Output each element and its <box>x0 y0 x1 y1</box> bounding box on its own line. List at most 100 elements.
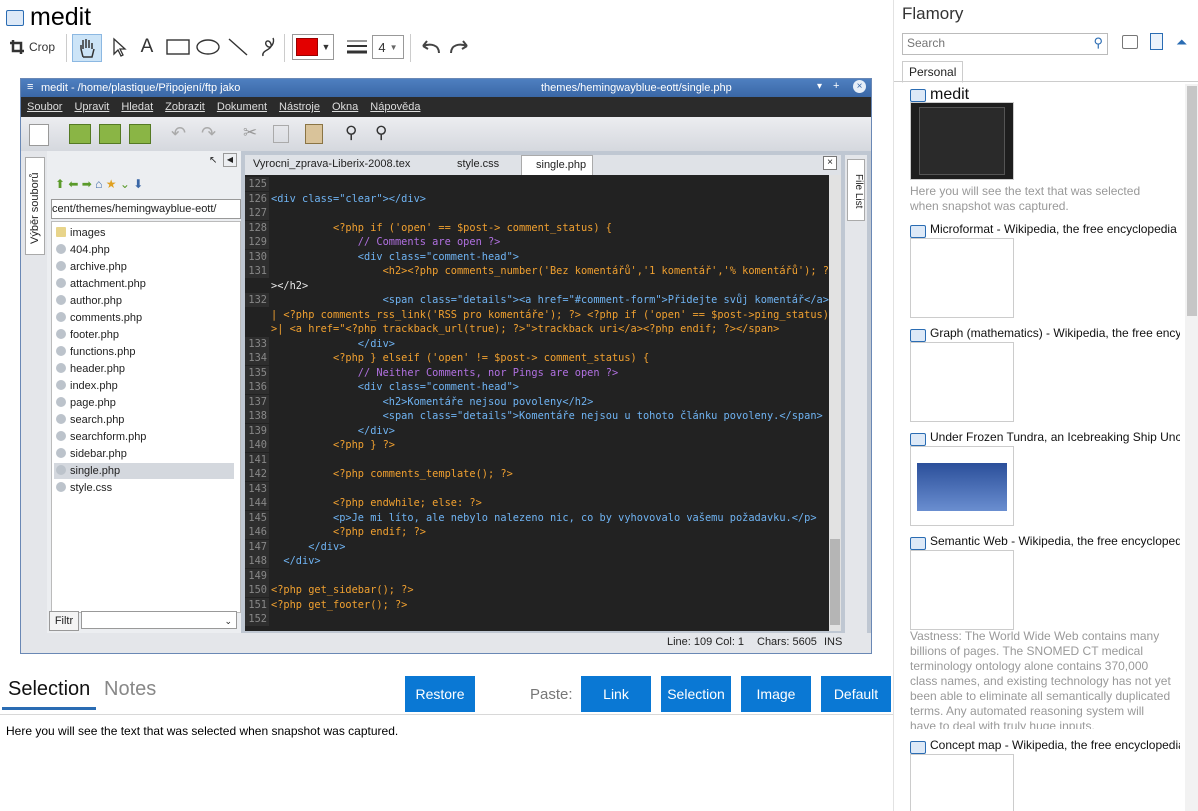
snapshot-thumbnail[interactable] <box>910 550 1014 630</box>
file-list-label: File List <box>853 174 864 209</box>
file-icon <box>56 244 66 254</box>
document-icon[interactable] <box>1150 33 1163 50</box>
paste-image-button[interactable]: Image <box>741 676 811 712</box>
camera-icon[interactable] <box>1122 35 1138 49</box>
line-number: 134 <box>245 351 269 366</box>
path-field: cent/themes/hemingwayblue-eott/ <box>51 199 241 219</box>
paste-default-button[interactable]: Default <box>821 676 891 712</box>
text-tool-button[interactable]: A <box>136 34 158 60</box>
save-as-icon <box>129 124 151 144</box>
search-input[interactable] <box>903 34 1091 52</box>
redo-icon <box>450 40 468 54</box>
sidebar-scroll-thumb[interactable] <box>1187 86 1197 316</box>
ellipse-icon <box>196 39 220 55</box>
selection-text[interactable]: Here you will see the text that was sele… <box>6 724 398 738</box>
snapshot-thumbnail[interactable] <box>910 342 1014 422</box>
main-pane: medit Crop A ▼ 4 ▼ ≡ medit - /home/plast… <box>0 0 893 811</box>
file-icon <box>56 414 66 424</box>
code-line: 126 <div class="clear"></div> <box>245 191 829 206</box>
code-text: | <?php comments_rss_link('RSS pro komen… <box>271 308 829 321</box>
snapshot-title[interactable]: Under Frozen Tundra, an Icebreaking Ship… <box>930 430 1180 444</box>
freehand-tool-button[interactable] <box>256 34 280 60</box>
annotation-toolbar: Crop A ▼ 4 ▼ <box>0 32 893 62</box>
tab-notes[interactable]: Notes <box>98 678 162 707</box>
line-number: 140 <box>245 438 269 453</box>
file-list-item: 404.php <box>54 242 234 258</box>
tab-personal[interactable]: Personal <box>902 61 964 83</box>
file-list-item: index.php <box>54 378 234 394</box>
file-name: single.php <box>70 465 121 477</box>
restore-button[interactable]: Restore <box>405 676 475 712</box>
freehand-icon <box>262 37 275 57</box>
divider <box>0 714 893 715</box>
snapshot-thumbnail[interactable] <box>910 238 1014 318</box>
file-name: page.php <box>70 397 116 409</box>
folder-icon <box>56 227 66 237</box>
code-line: 134 <?php } elseif ('open' != $post-> co… <box>245 351 829 366</box>
tab-underline <box>894 81 1198 82</box>
redo-button[interactable] <box>448 34 472 60</box>
snapshot-icon <box>910 433 926 446</box>
select-tool-button[interactable] <box>106 34 132 60</box>
file-browser: ↖ ◀ ⬆ ⬅ ➡ ⌂ ★ ⌄ ⬇ cent/themes/hemingwayb… <box>47 151 241 633</box>
search-icon[interactable]: ⚲ <box>1093 35 1103 51</box>
editor-tab: Vyrocni_zprava-Liberix-2008.tex <box>253 158 411 170</box>
ellipse-tool-button[interactable] <box>194 34 222 60</box>
file-list-item: archive.php <box>54 259 234 275</box>
file-name: author.php <box>70 295 122 307</box>
snapshot-icon <box>910 329 926 342</box>
line-number: 128 <box>245 220 269 235</box>
file-name: archive.php <box>70 261 127 273</box>
paste-selection-button[interactable]: Selection <box>661 676 731 712</box>
line-number: 137 <box>245 394 269 409</box>
snapshot-title[interactable]: Concept map - Wikipedia, the free encycl… <box>930 738 1180 752</box>
menu-item: Nápověda <box>370 101 421 113</box>
snapshot-thumbnail[interactable] <box>910 446 1014 526</box>
collapse-up-icon[interactable]: ⏶ <box>1176 34 1187 51</box>
code-text: </div> <box>271 555 321 567</box>
code-text: // Neither Comments, nor Pings are open … <box>271 366 619 379</box>
undo-button[interactable] <box>418 34 442 60</box>
line-number: 129 <box>245 235 269 250</box>
line-number: 132 <box>245 293 269 308</box>
line-number: 145 <box>245 510 269 525</box>
snapshot-title[interactable]: Microformat - Wikipedia, the free encycl… <box>930 222 1180 236</box>
editor-tabs: Vyrocni_zprava-Liberix-2008.tex style.cs… <box>245 155 841 175</box>
side-panel-label: Výběr souborů <box>29 172 41 244</box>
file-icon <box>56 261 66 271</box>
code-line: 133 </div> <box>245 336 829 351</box>
color-picker[interactable]: ▼ <box>292 34 334 60</box>
snapshot-title[interactable]: Graph (mathematics) - Wikipedia, the fre… <box>930 326 1180 340</box>
paste-icon <box>305 124 323 144</box>
snapshot-title[interactable]: Semantic Web - Wikipedia, the free encyc… <box>930 534 1180 548</box>
tab-selection[interactable]: Selection <box>2 678 97 710</box>
line-tool-button[interactable] <box>225 34 251 60</box>
snapshot-thumbnail[interactable] <box>910 754 1014 811</box>
code-line: 150 <?php get_sidebar(); ?> <box>245 583 829 598</box>
file-icon <box>56 397 66 407</box>
paste-label: Paste: <box>530 686 573 703</box>
snapshot-thumbnail[interactable] <box>910 102 1014 180</box>
line-number: 127 <box>245 206 269 221</box>
crop-button[interactable]: Crop <box>6 34 58 60</box>
pan-tool-button[interactable] <box>72 34 102 62</box>
line-number: 143 <box>245 481 269 496</box>
sidebar-title: Flamory <box>902 4 964 23</box>
code-line: 148 </div> <box>245 554 829 569</box>
window-menu-icon: ≡ <box>27 81 34 93</box>
line-width-icon-button[interactable] <box>344 34 370 60</box>
line-width-select[interactable]: 4 ▼ <box>372 35 404 59</box>
file-icon <box>56 363 66 373</box>
file-list: images 404.php archive.php attachment.php au… <box>51 221 241 613</box>
rectangle-tool-button[interactable] <box>164 34 192 60</box>
pointer-icon <box>113 37 127 57</box>
code-line: 141 <box>245 452 829 467</box>
code-text: <div class="comment-head"> <box>271 250 519 263</box>
file-name: comments.php <box>70 312 143 324</box>
paste-link-button[interactable]: Link <box>581 676 651 712</box>
code-text: </div> <box>271 424 395 437</box>
sidebar-scrollbar[interactable] <box>1185 84 1198 811</box>
captured-screenshot[interactable]: ≡ medit - /home/plastique/Připojení/ftp … <box>20 78 872 654</box>
save-icon <box>99 124 121 144</box>
code-line: | <?php comments_rss_link('RSS pro komen… <box>245 308 829 322</box>
